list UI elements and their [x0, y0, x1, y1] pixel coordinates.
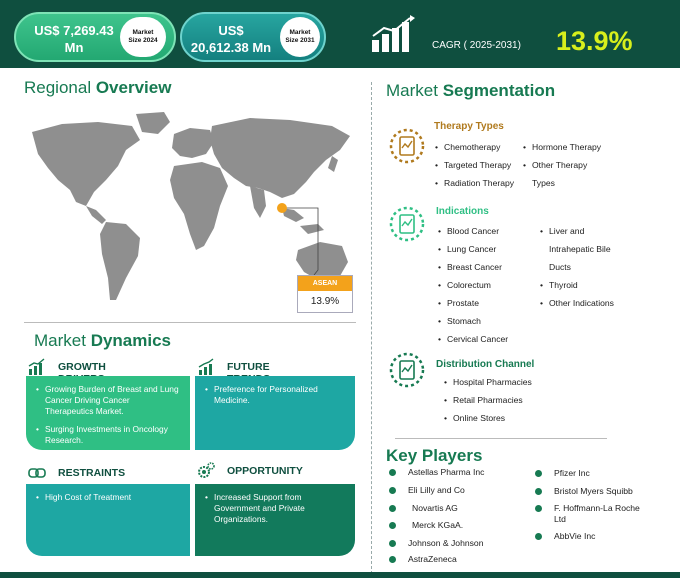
- indication-item: Colorectum: [438, 280, 491, 290]
- asean-label: ASEAN: [298, 276, 352, 291]
- player-bullet-icon: [389, 469, 396, 476]
- opportunity-item: Increased Support from Government and Pr…: [205, 492, 345, 525]
- player-bullet-icon: [389, 540, 396, 547]
- cagr-value: 13.9%: [556, 26, 633, 56]
- growth-drivers-box: Growing Burden of Breast and Lung Cancer…: [26, 376, 190, 450]
- distribution-item: Hospital Pharmacies: [444, 377, 532, 387]
- indication-item: Thyroid: [540, 280, 578, 290]
- growth-driver-item: Growing Burden of Breast and Lung Cancer…: [36, 384, 180, 417]
- indication-item-continuation: Intrahepatic Bile: [549, 244, 611, 254]
- indication-item: Blood Cancer: [438, 226, 499, 236]
- key-player-item: Eli Lilly and Co: [408, 485, 465, 495]
- cagr-label: CAGR ( 2025-2031): [432, 40, 521, 51]
- therapy-type-item: Other Therapy: [523, 160, 587, 170]
- player-bullet-icon: [535, 488, 542, 495]
- indication-item: Breast Cancer: [438, 262, 502, 272]
- market-segmentation-title: Market Segmentation: [386, 81, 556, 100]
- key-player-item: Pfizer Inc: [554, 468, 590, 478]
- key-player-item: AstraZeneca: [408, 554, 457, 564]
- future-trend-item: Preference for Personalized Medicine.: [205, 384, 345, 406]
- asean-marker-icon: [277, 203, 287, 213]
- key-player-item-continuation: Ltd: [554, 514, 566, 524]
- distribution-item: Online Stores: [444, 413, 505, 423]
- player-bullet-icon: [389, 505, 396, 512]
- player-bullet-icon: [535, 505, 542, 512]
- therapy-type-item: Hormone Therapy: [523, 142, 601, 152]
- restraints-box: High Cost of Treatment: [26, 484, 190, 556]
- player-bullet-icon: [535, 470, 542, 477]
- market-dynamics-title: Market Dynamics: [34, 331, 172, 350]
- key-players-title: Key Players: [386, 446, 483, 465]
- therapy-clipboard-icon: [389, 128, 425, 164]
- chart-up-icon: [28, 358, 45, 375]
- therapy-type-item: Chemotherapy: [435, 142, 500, 152]
- therapy-type-item-continuation: Types: [532, 178, 555, 188]
- chain-link-icon: [28, 468, 46, 478]
- gears-icon: [198, 462, 215, 478]
- market-size-2031-pill: US$ 20,612.38 Mn Market Size 2031: [180, 12, 326, 62]
- distribution-channel-title: Distribution Channel: [436, 359, 535, 370]
- market-size-2024-value: US$ 7,269.43 Mn: [34, 23, 114, 55]
- key-player-item: AbbVie Inc: [554, 531, 596, 541]
- footer-bar: [0, 572, 680, 578]
- market-size-2024-badge: Market Size 2024: [120, 17, 166, 57]
- player-bullet-icon: [389, 522, 396, 529]
- indication-item: Other Indications: [540, 298, 614, 308]
- player-bullet-icon: [389, 487, 396, 494]
- growth-bar-chart-icon: [372, 15, 415, 52]
- indication-item-continuation: Ducts: [549, 262, 571, 272]
- indication-item: Prostate: [438, 298, 479, 308]
- player-bullet-icon: [389, 556, 396, 563]
- vertical-divider: [371, 82, 372, 574]
- therapy-type-item: Targeted Therapy: [435, 160, 511, 170]
- future-trends-box: Preference for Personalized Medicine.: [195, 376, 355, 450]
- regional-overview-title: Regional Overview: [24, 78, 172, 97]
- left-horizontal-divider: [24, 322, 356, 323]
- indications-title: Indications: [436, 206, 489, 217]
- indications-clipboard-icon: [389, 206, 425, 242]
- opportunity-box: Increased Support from Government and Pr…: [195, 484, 355, 556]
- indication-item: Liver and: [540, 226, 584, 236]
- key-player-item: Bristol Myers Squibb: [554, 486, 633, 496]
- key-player-item: F. Hoffmann-La Roche: [554, 503, 640, 513]
- distribution-item: Retail Pharmacies: [444, 395, 523, 405]
- asean-callout: ASEAN 13.9%: [297, 275, 353, 313]
- player-bullet-icon: [535, 533, 542, 540]
- therapy-type-item: Radiation Therapy: [435, 178, 514, 188]
- right-horizontal-divider: [395, 438, 607, 439]
- market-size-2031-badge: Market Size 2031: [280, 17, 320, 57]
- asean-value: 13.9%: [310, 296, 340, 307]
- growth-driver-item: Surging Investments in Oncology Research…: [36, 424, 180, 446]
- therapy-types-title: Therapy Types: [434, 121, 504, 132]
- key-player-item: Novartis AG: [412, 503, 458, 513]
- indication-item: Stomach: [438, 316, 481, 326]
- indication-item: Lung Cancer: [438, 244, 496, 254]
- distribution-clipboard-icon: [389, 352, 425, 388]
- key-player-item: Merck KGaA.: [412, 520, 464, 530]
- trend-chart-icon: [198, 358, 214, 375]
- market-size-2024-pill: US$ 7,269.43 Mn Market Size 2024: [14, 12, 176, 62]
- key-player-item: Johnson & Johnson: [408, 538, 484, 548]
- market-size-2031-value: US$ 20,612.38 Mn: [190, 23, 272, 55]
- key-player-item: Astellas Pharma Inc: [408, 467, 485, 477]
- restraint-item: High Cost of Treatment: [36, 492, 180, 503]
- indication-item: Cervical Cancer: [438, 334, 508, 344]
- header-banner: US$ 7,269.43 Mn Market Size 2024 US$ 20,…: [0, 0, 680, 68]
